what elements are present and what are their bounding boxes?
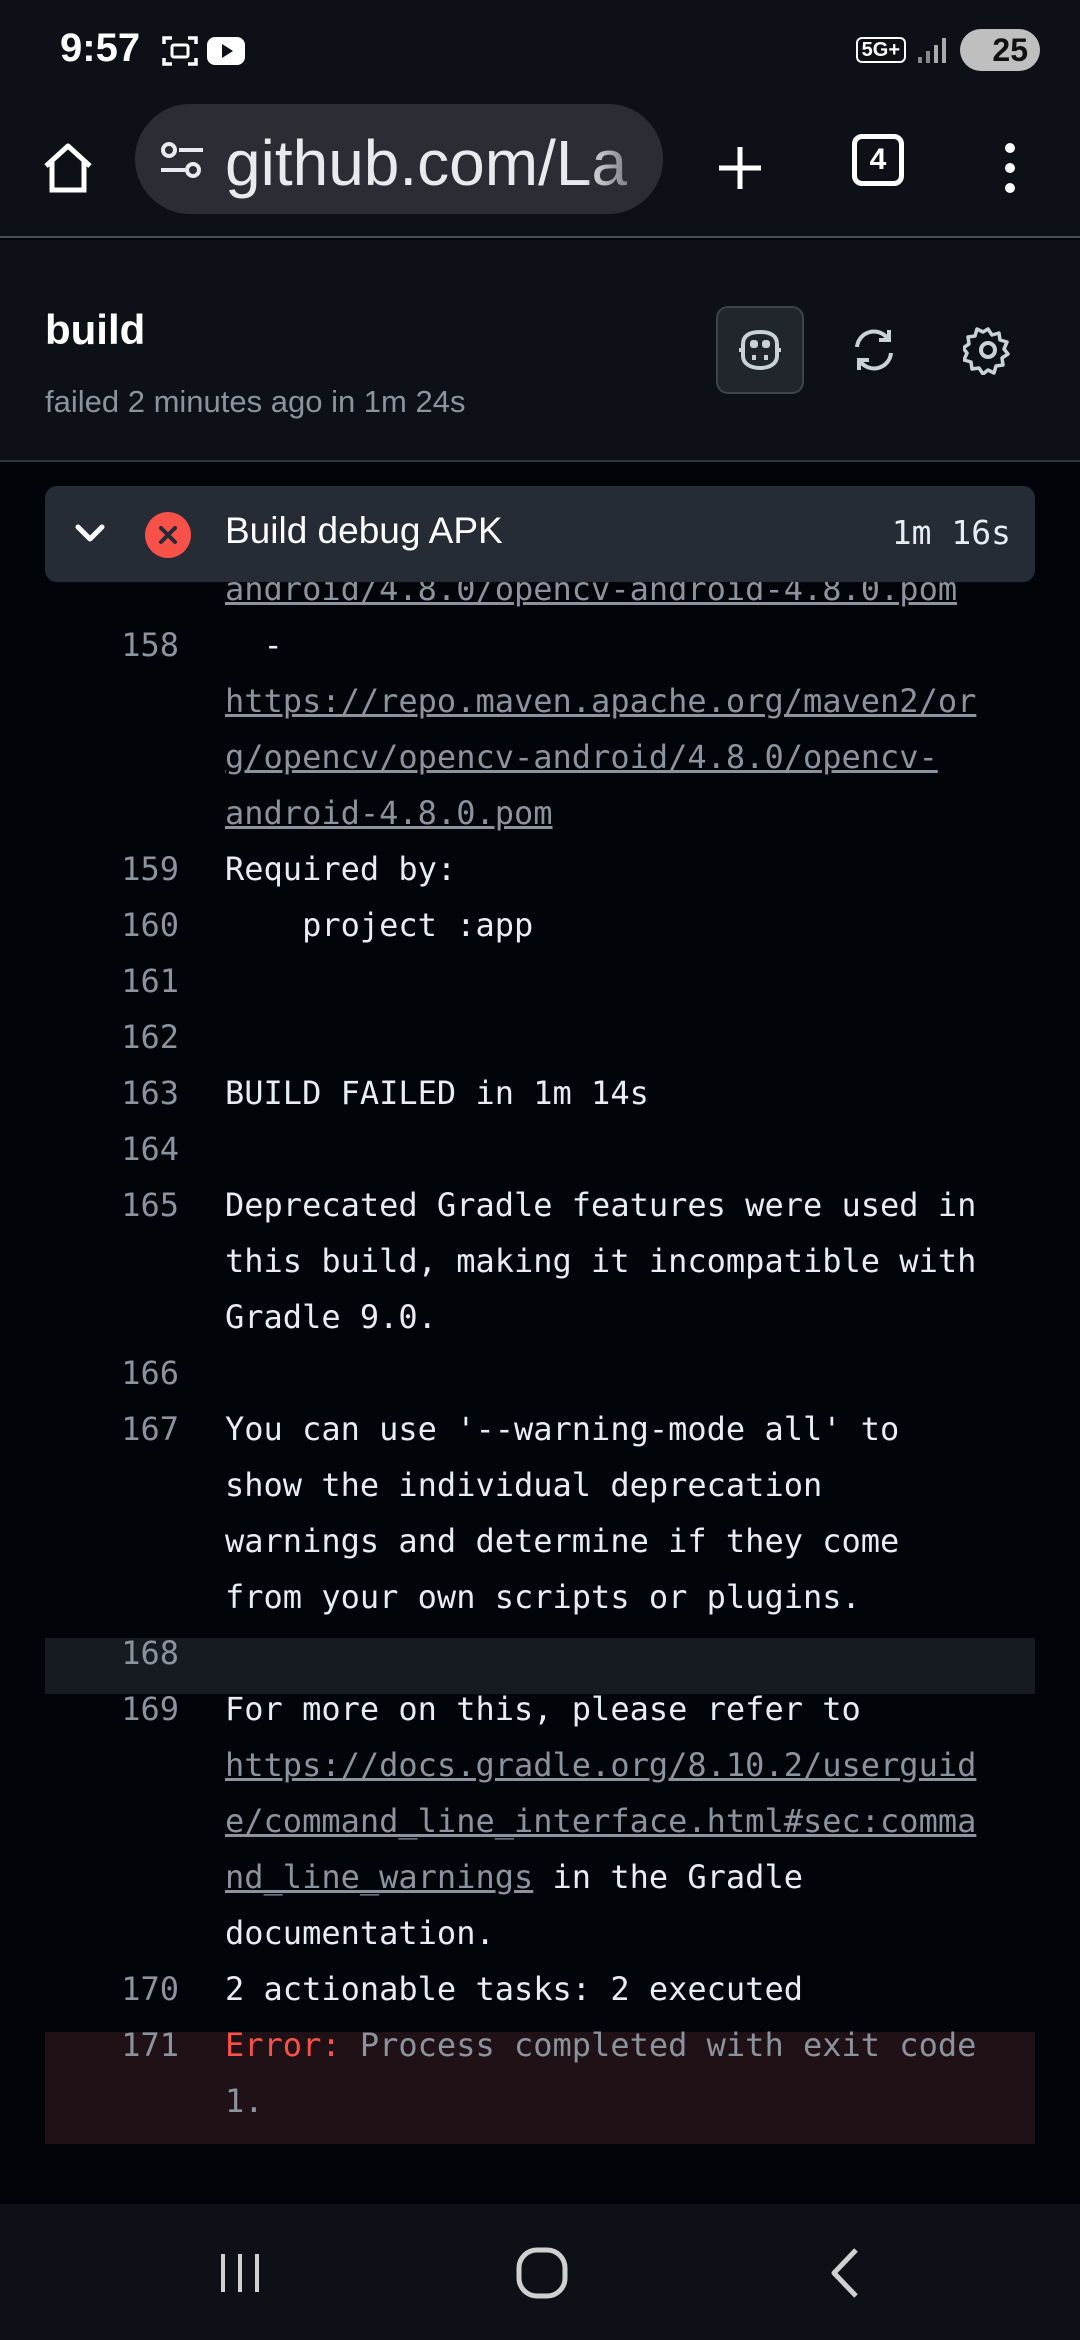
log-text: -	[225, 626, 283, 664]
failed-status-icon	[145, 512, 191, 558]
home-button[interactable]	[30, 130, 106, 206]
network-type-badge: 5G+	[855, 37, 906, 63]
line-number[interactable]: 165	[45, 1186, 179, 1224]
line-number[interactable]: 168	[45, 1634, 179, 1672]
job-header: build failed 2 minutes ago in 1m 24s	[0, 240, 1080, 462]
log-link[interactable]: https://docs.gradle.org/8.10.2/userguid	[225, 1746, 976, 1784]
more-options-icon	[1005, 143, 1015, 193]
log-text: project :app	[225, 906, 534, 944]
refresh-icon	[855, 329, 893, 371]
log-text: 1.	[225, 2082, 264, 2120]
copilot-icon	[739, 329, 781, 371]
log-text: Required by:	[225, 850, 457, 888]
log-text: show the individual deprecation	[225, 1466, 823, 1504]
log-text: You can use '--warning-mode all' to	[225, 1410, 900, 1448]
line-number[interactable]: 170	[45, 1970, 179, 2008]
log-link[interactable]: e/command_line_interface.html#sec:comma	[225, 1802, 976, 1840]
line-number[interactable]: 160	[45, 906, 179, 944]
log-text-mixed: Error: Process completed with exit code	[225, 2026, 976, 2064]
step-title: Build debug APK	[225, 510, 503, 551]
log-link[interactable]: android-4.8.0.pom	[225, 794, 553, 832]
more-options-button[interactable]	[972, 130, 1048, 206]
log-text: Gradle 9.0.	[225, 1298, 437, 1336]
log-text: warnings and determine if they come	[225, 1522, 900, 1560]
log-text: this build, making it incompatible with	[225, 1242, 977, 1280]
url-fade	[583, 104, 663, 214]
copilot-button[interactable]	[716, 306, 804, 394]
status-bar: 9:57 5G+ 25	[0, 0, 1080, 100]
x-icon	[159, 526, 177, 544]
settings-icon	[963, 327, 1010, 375]
recents-button[interactable]	[200, 2240, 280, 2306]
log-text-mixed: nd_line_warnings in the Gradle	[225, 1858, 803, 1896]
log-text: Deprecated Gradle features were used in	[225, 1186, 977, 1224]
line-number[interactable]: 159	[45, 850, 179, 888]
battery-icon: 25	[960, 29, 1040, 71]
battery-level: 25	[992, 31, 1028, 68]
log-link[interactable]: nd_line_warnings	[225, 1858, 533, 1896]
line-number[interactable]: 171	[45, 2026, 179, 2064]
log-link[interactable]: g/opencv/opencv-android/4.8.0/opencv-	[225, 738, 938, 776]
rerun-button[interactable]	[830, 306, 918, 394]
address-bar[interactable]: github.com/La	[135, 104, 663, 214]
step-duration: 1m 16s	[891, 513, 1011, 552]
screenshot-icon	[162, 36, 198, 66]
job-status-summary: failed 2 minutes ago in 1m 24s	[45, 384, 466, 419]
line-number[interactable]: 164	[45, 1130, 179, 1168]
log-text: documentation.	[225, 1914, 495, 1952]
log-text: BUILD FAILED in 1m 14s	[225, 1074, 649, 1112]
status-time: 9:57	[60, 26, 141, 70]
log-text: For more on this, please refer to	[225, 1690, 861, 1728]
tab-switcher-button[interactable]: 4	[852, 134, 904, 186]
site-settings-icon[interactable]	[159, 140, 205, 180]
line-number[interactable]: 161	[45, 962, 179, 1000]
line-number[interactable]: 158	[45, 626, 179, 664]
error-label: Error:	[225, 2026, 341, 2064]
home-nav-icon	[516, 2247, 568, 2299]
new-tab-button[interactable]	[702, 130, 778, 206]
signal-icon	[918, 38, 946, 63]
home-nav-button[interactable]	[502, 2240, 582, 2306]
log-line-highlighted: 168	[45, 1634, 1035, 1694]
step-header[interactable]: Build debug APK 1m 16s	[45, 486, 1035, 582]
settings-button[interactable]	[944, 306, 1032, 394]
new-tab-icon	[719, 147, 761, 189]
job-title: build	[45, 306, 146, 353]
line-number[interactable]: 163	[45, 1074, 179, 1112]
recents-icon	[221, 2254, 259, 2292]
log-line-error: 171 Error: Process completed with exit c…	[45, 2026, 1035, 2144]
line-number[interactable]: 169	[45, 1690, 179, 1728]
url-text: github.com/La	[225, 127, 628, 199]
log-text: from your own scripts or plugins.	[225, 1578, 861, 1616]
system-navigation-bar	[0, 2204, 1080, 2340]
home-icon	[44, 143, 92, 193]
log-link[interactable]: https://repo.maven.apache.org/maven2/or	[225, 682, 976, 720]
line-number[interactable]: 166	[45, 1354, 179, 1392]
log-text: Process completed with exit code	[340, 2026, 977, 2064]
back-icon	[831, 2248, 858, 2298]
chevron-down-icon[interactable]	[73, 514, 107, 554]
log-text: 2 actionable tasks: 2 executed	[225, 1970, 803, 2008]
back-button[interactable]	[806, 2240, 886, 2306]
line-number[interactable]: 167	[45, 1410, 179, 1448]
log-text: in the Gradle	[533, 1858, 803, 1896]
youtube-icon	[207, 37, 245, 65]
line-number[interactable]: 162	[45, 1018, 179, 1056]
